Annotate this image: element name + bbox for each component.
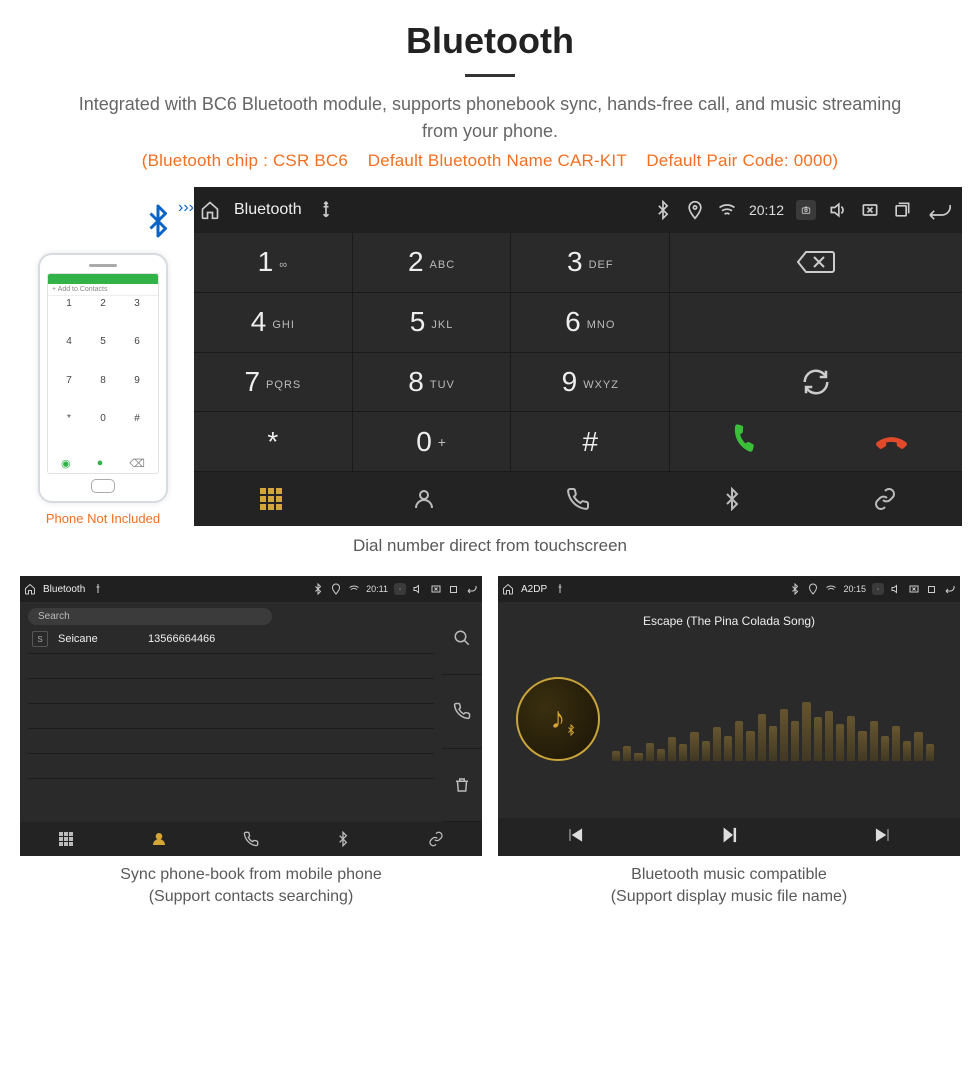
phone-add-contact: + Add to Contacts (48, 284, 158, 296)
contact-number: 13566664466 (148, 633, 215, 645)
close-app-icon[interactable] (860, 200, 880, 220)
music-controls (498, 818, 960, 856)
status-time: 20:11 (366, 584, 388, 594)
status-bar: Bluetooth 20:12 (194, 187, 962, 233)
location-icon (807, 583, 819, 595)
wifi-icon (825, 583, 837, 595)
contacts-status-bar: Bluetooth 20:11 (20, 576, 482, 602)
next-track-button[interactable] (873, 825, 893, 850)
tab-dialpad[interactable] (20, 822, 112, 856)
volume-icon[interactable] (890, 583, 902, 595)
recents-icon[interactable] (892, 200, 912, 220)
bluetooth-overlay-icon (565, 724, 577, 739)
contacts-panel: Bluetooth 20:11 Search (20, 576, 482, 856)
key-star[interactable]: * (194, 412, 353, 472)
wifi-icon (717, 200, 737, 220)
backspace-button[interactable] (670, 233, 962, 293)
key-2[interactable]: 2ABC (353, 233, 512, 293)
bottom-tabs (194, 472, 962, 526)
usb-icon (92, 583, 104, 595)
prev-track-button[interactable] (565, 825, 585, 850)
usb-icon (316, 200, 336, 220)
contact-avatar: S (32, 631, 48, 647)
tab-contacts[interactable] (112, 822, 204, 856)
home-icon[interactable] (502, 583, 514, 595)
volume-icon[interactable] (828, 200, 848, 220)
call-button[interactable] (670, 424, 816, 459)
page-subtitle: Integrated with BC6 Bluetooth module, su… (18, 91, 962, 145)
phone-caption: Phone Not Included (46, 511, 160, 526)
key-3[interactable]: 3DEF (511, 233, 670, 293)
key-7[interactable]: 7PQRS (194, 353, 353, 413)
music-caption: Bluetooth music compatible (Support disp… (498, 864, 960, 909)
screenshot-icon[interactable] (394, 583, 406, 595)
redial-button[interactable] (670, 353, 962, 413)
wifi-icon (348, 583, 360, 595)
equalizer (612, 677, 942, 761)
tab-pair[interactable] (390, 822, 482, 856)
tab-dialpad[interactable] (194, 472, 348, 526)
keypad: 1∞ 2ABC 3DEF 4GHI 5JKL 6MNO 7PQRS 8TUV 9… (194, 233, 670, 472)
bluetooth-status-icon (312, 583, 324, 595)
status-time: 20:15 (843, 584, 866, 594)
key-6[interactable]: 6MNO (511, 293, 670, 353)
home-icon[interactable] (200, 200, 220, 220)
tab-bluetooth[interactable] (297, 822, 389, 856)
tab-pair[interactable] (808, 472, 962, 526)
bluetooth-specs: (Bluetooth chip : CSR BC6 Default Blueto… (18, 151, 962, 171)
song-title: Escape (The Pina Colada Song) (643, 614, 815, 628)
key-8[interactable]: 8TUV (353, 353, 512, 413)
album-art: ♪ (516, 677, 600, 761)
location-icon (685, 200, 705, 220)
search-input[interactable]: Search (28, 608, 272, 625)
play-pause-button[interactable] (719, 825, 739, 850)
status-time: 20:12 (749, 202, 784, 218)
key-0[interactable]: 0+ (353, 412, 512, 472)
back-icon[interactable] (924, 200, 956, 220)
location-icon (330, 583, 342, 595)
phone-mockup: + Add to Contacts 123 456 789 *0# ◉●⌫ (38, 253, 168, 503)
key-9[interactable]: 9WXYZ (511, 353, 670, 413)
status-title: Bluetooth (234, 201, 302, 219)
close-app-icon[interactable] (430, 583, 442, 595)
key-4[interactable]: 4GHI (194, 293, 353, 353)
contact-row[interactable]: S Seicane 13566664466 (28, 625, 434, 654)
dialer-panel: Bluetooth 20:12 1∞ 2ABC 3DEF 4GHI (194, 187, 962, 526)
bluetooth-logo-icon: ››› (140, 203, 176, 249)
contacts-delete-button[interactable] (442, 749, 482, 822)
recents-icon[interactable] (448, 583, 460, 595)
screenshot-icon[interactable] (872, 583, 884, 595)
home-icon[interactable] (24, 583, 36, 595)
recents-icon[interactable] (926, 583, 938, 595)
back-icon[interactable] (466, 583, 478, 595)
dialer-caption: Dial number direct from touchscreen (18, 536, 962, 556)
music-note-icon: ♪ (551, 702, 566, 736)
key-hash[interactable]: # (511, 412, 670, 472)
music-panel: A2DP 20:15 Escape (The Pina Colada Song) (498, 576, 960, 856)
key-5[interactable]: 5JKL (353, 293, 512, 353)
tab-calls[interactable] (205, 822, 297, 856)
tab-bluetooth[interactable] (655, 472, 809, 526)
back-icon[interactable] (944, 583, 956, 595)
status-title: Bluetooth (43, 584, 85, 595)
contacts-call-button[interactable] (442, 675, 482, 748)
key-1[interactable]: 1∞ (194, 233, 353, 293)
tab-calls[interactable] (501, 472, 655, 526)
usb-icon (554, 583, 566, 595)
tab-contacts[interactable] (348, 472, 502, 526)
bluetooth-status-icon (653, 200, 673, 220)
page-title: Bluetooth (18, 20, 962, 62)
phone-mock-column: ››› + Add to Contacts 123 456 789 *0# ◉●… (18, 213, 188, 526)
status-title: A2DP (521, 584, 547, 595)
contact-name: Seicane (58, 633, 138, 645)
screenshot-icon[interactable] (796, 200, 816, 220)
hangup-button[interactable] (816, 424, 962, 459)
close-app-icon[interactable] (908, 583, 920, 595)
contacts-caption: Sync phone-book from mobile phone (Suppo… (20, 864, 482, 909)
music-status-bar: A2DP 20:15 (498, 576, 960, 602)
volume-icon[interactable] (412, 583, 424, 595)
bluetooth-status-icon (789, 583, 801, 595)
title-underline (465, 74, 515, 77)
contacts-search-button[interactable] (442, 602, 482, 675)
